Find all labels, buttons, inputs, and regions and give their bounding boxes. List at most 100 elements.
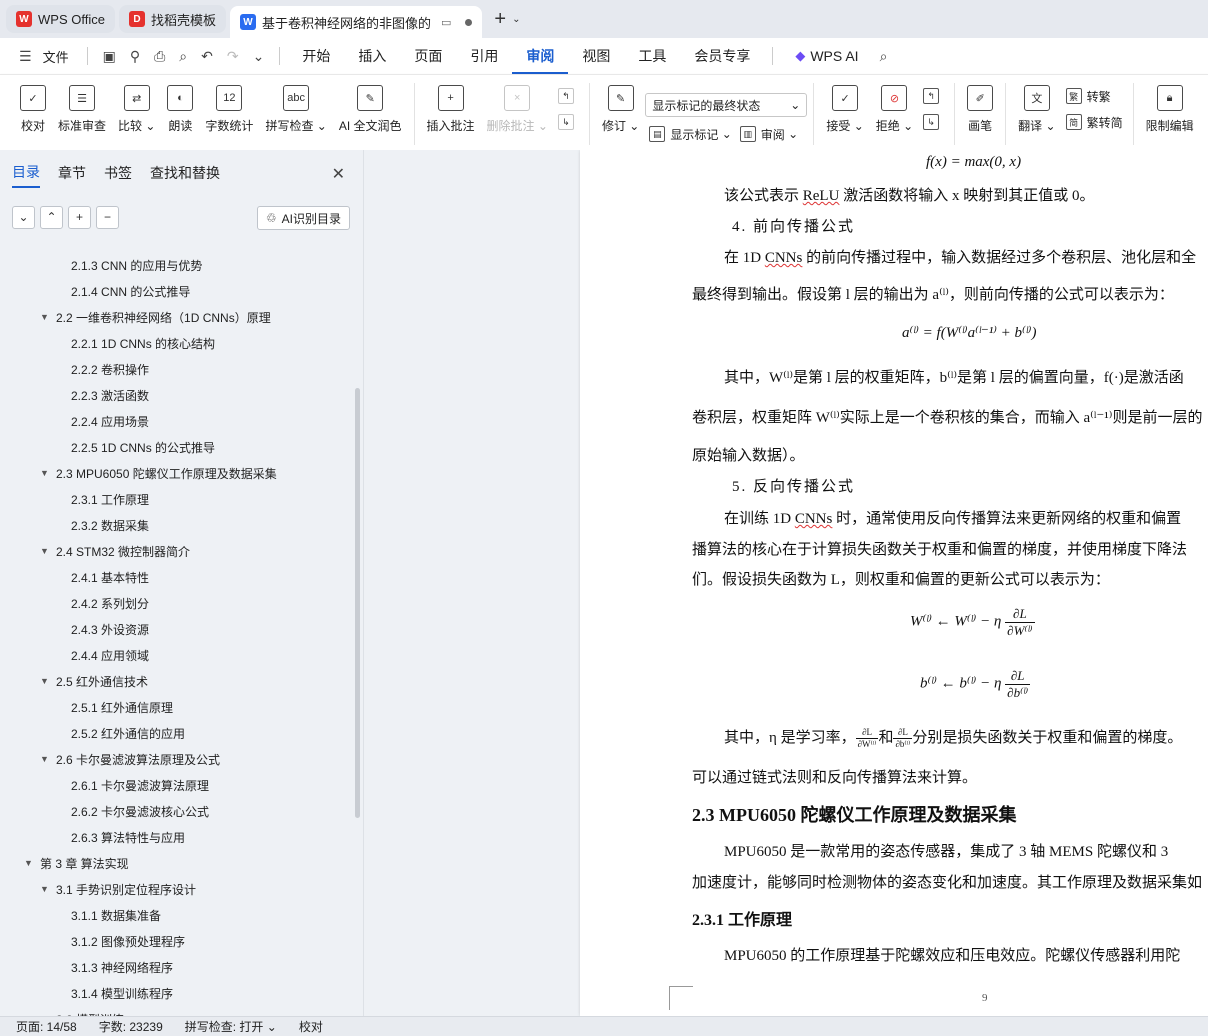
toc-item[interactable]: ▼ 2.2 一维卷积神经网络（1D CNNs）原理 (0, 304, 354, 330)
markup-display-select[interactable]: 显示标记的最终状态 ⌄ (645, 93, 808, 117)
expand-toggle-icon[interactable]: ▼ (40, 468, 52, 478)
tab-chapters[interactable]: 章节 (58, 159, 86, 187)
delete-comment-button[interactable]: × 删除批注 ⌄ (481, 75, 554, 134)
insert-comment-button[interactable]: + 插入批注 (421, 75, 481, 134)
status-word-count[interactable]: 字数: 23239 (99, 1018, 163, 1035)
toc-item[interactable]: ▼ 2.4 STM32 微控制器简介 (0, 538, 354, 564)
toc-scrollbar[interactable] (355, 388, 360, 818)
toc-item[interactable]: 2.2.3 激活函数 (0, 382, 354, 408)
toc-item[interactable]: 2.2.5 1D CNNs 的公式推导 (0, 434, 354, 460)
expand-toggle-icon[interactable]: ▼ (40, 884, 52, 894)
status-page[interactable]: 页面: 14/58 (16, 1018, 77, 1035)
tab-find-replace[interactable]: 查找和替换 (150, 159, 220, 187)
menu-review[interactable]: 审阅 (512, 38, 569, 74)
toc-item[interactable]: 2.2.4 应用场景 (0, 408, 354, 434)
tab-wps-office[interactable]: W WPS Office (6, 5, 115, 33)
toc-item[interactable]: 2.6.2 卡尔曼滤波核心公式 (0, 798, 354, 824)
pen-button[interactable]: ✐ 画笔 (961, 75, 999, 134)
toc-item[interactable]: 2.3.1 工作原理 (0, 486, 354, 512)
menu-page[interactable]: 页面 (400, 38, 456, 74)
expand-toggle-icon[interactable]: ▼ (40, 312, 52, 322)
toc-item[interactable]: 3.1.1 数据集准备 (0, 902, 354, 928)
menu-view[interactable]: 视图 (568, 38, 624, 74)
minus-icon[interactable]: − (96, 205, 119, 229)
toc-item[interactable]: 2.4.4 应用领域 (0, 642, 354, 668)
plus-icon[interactable]: + (68, 205, 91, 229)
toc-item[interactable]: 2.4.3 外设资源 (0, 616, 354, 642)
menu-start[interactable]: 开始 (288, 38, 344, 74)
toc-item[interactable]: ▼ 2.6 卡尔曼滤波算法原理及公式 (0, 746, 354, 772)
ai-polish-button[interactable]: ✎ AI 全文润色 (333, 75, 408, 134)
menu-reference[interactable]: 引用 (456, 38, 512, 74)
proofread-button[interactable]: ✓ 校对 (14, 75, 52, 134)
print-icon[interactable]: ⎙ (154, 48, 165, 65)
toc-item[interactable]: ▼ 第 3 章 算法实现 (0, 850, 354, 876)
unsaved-dot-icon[interactable] (465, 18, 473, 26)
expand-toggle-icon[interactable]: ▼ (40, 754, 52, 764)
compare-button[interactable]: ⇄ 比较 ⌄ (112, 75, 161, 134)
prev-change-icon[interactable]: ↰ (919, 83, 948, 109)
toc-item[interactable]: 2.2.1 1D CNNs 的核心结构 (0, 330, 354, 356)
chevron-down-icon[interactable]: ⌄ (12, 205, 35, 229)
toc-item[interactable]: 2.1.4 CNN 的公式推导 (0, 278, 354, 304)
word-count-button[interactable]: 12 字数统计 (199, 75, 259, 134)
new-tab-icon[interactable]: + (494, 8, 506, 31)
tab-docer-template[interactable]: D 找稻壳模板 (118, 5, 226, 33)
prev-comment-icon[interactable]: ↰ (554, 83, 583, 109)
toc-item[interactable]: 3.1.3 神经网络程序 (0, 954, 354, 980)
tab-document[interactable]: W 基于卷积神经网络的非图像的 ▭ (229, 6, 483, 38)
menu-member[interactable]: 会员专享 (680, 38, 764, 74)
translate-button[interactable]: 文 翻译 ⌄ (1012, 75, 1061, 134)
chevron-down-icon[interactable]: ⌄ (253, 48, 265, 65)
read-aloud-button[interactable]: ◐ 朗读 (161, 75, 199, 134)
undo-icon[interactable]: ↶ (201, 48, 213, 65)
to-simplified-button[interactable]: 简繁转简 (1062, 109, 1127, 135)
to-traditional-button[interactable]: 繁转繁 (1062, 83, 1127, 109)
redo-icon[interactable]: ↷ (227, 48, 239, 65)
status-spell-check[interactable]: 拼写检查: 打开 ⌄ (185, 1018, 277, 1035)
menu-tools[interactable]: 工具 (624, 38, 680, 74)
toc-item[interactable]: 2.3.2 数据采集 (0, 512, 354, 538)
save-icon[interactable]: ▣ (103, 48, 116, 65)
toc-item[interactable]: 3.1.4 模型训练程序 (0, 980, 354, 1006)
toc-item[interactable]: 2.4.1 基本特性 (0, 564, 354, 590)
toc-item[interactable]: 2.5.2 红外通信的应用 (0, 720, 354, 746)
review-pane-button[interactable]: ▥ 审阅 ⌄ (736, 121, 802, 147)
spell-check-button[interactable]: abc 拼写检查 ⌄ (259, 75, 332, 134)
track-changes-button[interactable]: ✎ 修订 ⌄ (596, 75, 645, 134)
toc-item[interactable]: ▼3.2 模型训练 (0, 1006, 354, 1017)
hamburger-icon[interactable]: ☰ (19, 48, 32, 65)
expand-toggle-icon[interactable]: ▼ (40, 676, 52, 686)
link-icon[interactable]: ⚲ (130, 48, 140, 65)
toc-item[interactable]: ▼ 2.5 红外通信技术 (0, 668, 354, 694)
document-page[interactable]: f(x) = max(0, x) 该公式表示 ReLU 激活函数将输入 x 映射… (580, 150, 1208, 1016)
toc-item[interactable]: ▼ 3.1 手势识别定位程序设计 (0, 876, 354, 902)
toc-item[interactable]: 3.1.2 图像预处理程序 (0, 928, 354, 954)
restrict-edit-button[interactable]: 🔒︎ 限制编辑 (1140, 75, 1200, 134)
toc-item[interactable]: 2.6.3 算法特性与应用 (0, 824, 354, 850)
chevron-up-icon[interactable]: ⌃ (40, 205, 63, 229)
tab-toc[interactable]: 目录 (12, 158, 40, 188)
toc-item[interactable]: 2.6.1 卡尔曼滤波算法原理 (0, 772, 354, 798)
toc-item[interactable]: 2.2.2 卷积操作 (0, 356, 354, 382)
menu-file[interactable]: 文件 (39, 47, 73, 66)
toc-item[interactable]: ▼ 2.3 MPU6050 陀螺仪工作原理及数据采集 (0, 460, 354, 486)
toc-item[interactable]: 2.4.2 系列划分 (0, 590, 354, 616)
ai-toc-button[interactable]: ♲ AI识别目录 (256, 206, 350, 230)
next-comment-icon[interactable]: ↳ (554, 109, 583, 135)
expand-toggle-icon[interactable]: ▼ (40, 546, 52, 556)
tab-bookmarks[interactable]: 书签 (104, 159, 132, 187)
close-icon[interactable]: ✕ (332, 164, 345, 184)
menu-insert[interactable]: 插入 (344, 38, 400, 74)
standard-review-button[interactable]: ☰ 标准审查 (52, 75, 112, 134)
toc-item[interactable]: 2.5.1 红外通信原理 (0, 694, 354, 720)
reject-button[interactable]: ⊘ 拒绝 ⌄ (870, 75, 919, 134)
print-preview-icon[interactable]: ⌕ (179, 48, 187, 65)
status-proofread[interactable]: 校对 (299, 1018, 323, 1035)
expand-toggle-icon[interactable]: ▼ (24, 858, 36, 868)
show-markup-button[interactable]: ▤ 显示标记 ⌄ (645, 121, 735, 147)
search-icon[interactable]: ⌕ (880, 48, 888, 65)
chevron-down-icon[interactable]: ⌄ (512, 14, 520, 25)
next-change-icon[interactable]: ↳ (919, 109, 948, 135)
toc-item[interactable]: 2.1.3 CNN 的应用与优势 (0, 252, 354, 278)
